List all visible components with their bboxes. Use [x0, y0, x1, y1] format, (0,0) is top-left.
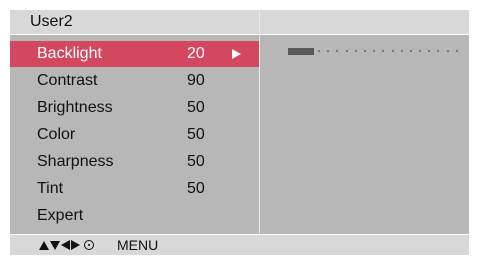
menu-item-label: Contrast: [37, 72, 98, 89]
ok-circle-icon: [84, 240, 94, 250]
menu-item-label: Tint: [37, 180, 64, 197]
menu-item-brightness[interactable]: Brightness 50: [10, 95, 259, 121]
menu-item-tint[interactable]: Tint 50: [10, 176, 259, 202]
osd-menu: User2 Backlight 20 Contrast 90 Brightnes…: [10, 10, 469, 255]
menu-item-value: 50: [187, 180, 205, 197]
menu-item-label: Backlight: [37, 45, 102, 62]
triangle-down-icon: [50, 240, 60, 250]
menu-item-value: 90: [187, 72, 205, 89]
menu-item-sharpness[interactable]: Sharpness 50: [10, 149, 259, 175]
page-title: User2: [30, 13, 73, 30]
triangle-right-icon: [71, 240, 80, 250]
menu-item-color[interactable]: Color 50: [10, 122, 259, 148]
menu-item-label: Expert: [37, 207, 84, 224]
slider-fill: [288, 48, 314, 55]
triangle-up-icon: [39, 240, 49, 250]
menu-item-value: 50: [187, 126, 205, 143]
menu-item-label: Brightness: [37, 99, 113, 116]
header-bar: User2: [10, 10, 469, 34]
column-divider: [259, 10, 260, 255]
menu-item-value: 20: [187, 45, 205, 62]
nav-hint: [39, 238, 94, 252]
menu-item-backlight[interactable]: Backlight 20: [10, 41, 259, 67]
menu-item-label: Color: [37, 126, 76, 143]
footer-bar: MENU: [10, 235, 469, 255]
slider-track: [318, 46, 458, 56]
menu-item-contrast[interactable]: Contrast 90: [10, 68, 259, 94]
right-arrow-icon: [232, 49, 241, 59]
menu-item-expert[interactable]: Expert: [10, 203, 259, 229]
triangle-left-icon: [61, 240, 70, 250]
menu-item-value: 50: [187, 99, 205, 116]
header-divider: [10, 34, 469, 35]
backlight-slider[interactable]: [288, 46, 458, 56]
menu-item-value: 50: [187, 153, 205, 170]
menu-item-label: Sharpness: [37, 153, 114, 170]
menu-hint-label: MENU: [117, 237, 159, 253]
